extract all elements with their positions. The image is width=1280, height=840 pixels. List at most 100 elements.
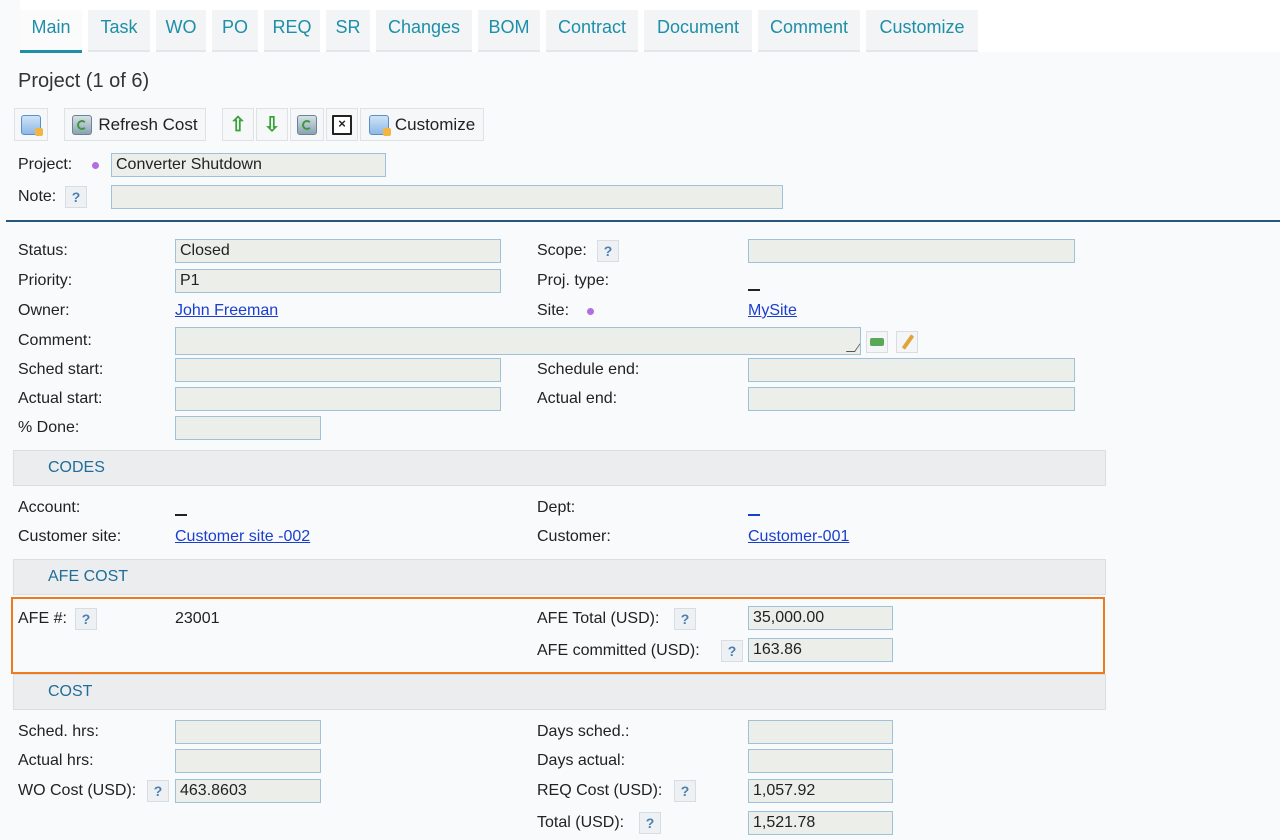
section-cost-header[interactable]: COST <box>13 674 1106 710</box>
days-actual-field[interactable] <box>748 749 893 773</box>
tab-comment[interactable]: Comment <box>758 10 860 52</box>
wo-cost-field[interactable]: 463.8603 <box>175 779 321 803</box>
wo-cost-label: WO Cost (USD): <box>18 782 137 799</box>
customize-doc-icon <box>368 114 391 136</box>
afe-number-help-icon[interactable]: ? <box>75 608 97 630</box>
account-label: Account: <box>18 499 81 516</box>
actual-hrs-field[interactable] <box>175 749 321 773</box>
sched-hrs-field[interactable] <box>175 720 321 744</box>
required-dot-icon <box>92 162 99 169</box>
comment-go-button[interactable] <box>866 331 888 353</box>
afe-number-value: 23001 <box>175 610 220 627</box>
afe-committed-field[interactable]: 163.86 <box>748 638 893 662</box>
req-cost-label: REQ Cost (USD): <box>537 782 663 799</box>
note-label: Note: <box>18 188 57 205</box>
actual-start-label: Actual start: <box>18 390 103 407</box>
site-link[interactable]: MySite <box>748 302 797 320</box>
comment-field[interactable] <box>175 327 861 355</box>
customer-link[interactable]: Customer-001 <box>748 528 849 546</box>
afe-highlight-box <box>11 597 1105 674</box>
comment-label: Comment: <box>18 332 92 349</box>
proj-type-label: Proj. type: <box>537 272 610 289</box>
section-codes-header[interactable]: CODES <box>13 450 1106 486</box>
customize-button[interactable]: Customize <box>360 108 484 141</box>
customize-label: Customize <box>394 114 476 134</box>
dept-link[interactable] <box>748 514 760 516</box>
edit-doc-icon <box>21 114 43 136</box>
afe-number-label: AFE #: <box>18 610 67 627</box>
proj-type-empty <box>748 289 760 291</box>
scope-help-icon[interactable]: ? <box>597 240 619 262</box>
customer-site-label: Customer site: <box>18 528 122 545</box>
refresh-icon <box>72 114 93 135</box>
site-required-dot-icon <box>587 308 594 315</box>
actual-end-field[interactable] <box>748 387 1075 411</box>
afe-total-field[interactable]: 35,000.00 <box>748 606 893 630</box>
tab-req[interactable]: REQ <box>264 10 320 52</box>
sched-start-field[interactable] <box>175 358 501 382</box>
afe-total-help-icon[interactable]: ? <box>674 608 696 630</box>
owner-link[interactable]: John Freeman <box>175 302 278 320</box>
tab-sr[interactable]: SR <box>326 10 370 52</box>
edit-button[interactable] <box>14 108 48 141</box>
req-cost-help-icon[interactable]: ? <box>674 780 696 802</box>
afe-committed-help-icon[interactable]: ? <box>721 640 743 662</box>
status-label: Status: <box>18 242 68 259</box>
tab-customize[interactable]: Customize <box>866 10 978 52</box>
note-help-icon[interactable]: ? <box>65 186 87 208</box>
close-button[interactable]: × <box>326 108 358 141</box>
total-label: Total (USD): <box>537 814 625 831</box>
schedule-end-field[interactable] <box>748 358 1075 382</box>
req-cost-field[interactable]: 1,057.92 <box>748 779 893 803</box>
close-icon: × <box>332 114 352 135</box>
project-label: Project: <box>18 156 73 173</box>
section-afe-cost-header[interactable]: AFE COST <box>13 559 1106 595</box>
afe-committed-label: AFE committed (USD): <box>537 642 700 659</box>
sched-hrs-label: Sched. hrs: <box>18 723 99 740</box>
comment-edit-pencil-icon[interactable] <box>896 331 918 353</box>
resize-handle-icon[interactable] <box>845 343 860 352</box>
scope-label: Scope: <box>537 242 587 259</box>
tab-po[interactable]: PO <box>212 10 258 52</box>
days-actual-label: Days actual: <box>537 752 626 769</box>
percent-done-field[interactable] <box>175 416 321 440</box>
total-help-icon[interactable]: ? <box>639 812 661 834</box>
arrow-down-icon: ⇩ <box>263 113 281 136</box>
status-field[interactable]: Closed <box>175 239 501 263</box>
project-field[interactable]: Converter Shutdown <box>111 153 386 177</box>
tab-contract[interactable]: Contract <box>546 10 638 52</box>
days-sched-label: Days sched.: <box>537 723 630 740</box>
customer-site-link[interactable]: Customer site -002 <box>175 528 310 546</box>
sched-start-label: Sched start: <box>18 361 104 378</box>
tab-task[interactable]: Task <box>88 10 150 52</box>
dept-label: Dept: <box>537 499 576 516</box>
move-up-button[interactable]: ⇧ <box>222 108 254 141</box>
header-divider <box>6 220 1280 222</box>
tab-bom[interactable]: BOM <box>478 10 540 52</box>
site-label: Site: <box>537 302 570 319</box>
move-down-button[interactable]: ⇩ <box>256 108 288 141</box>
tab-main[interactable]: Main <box>20 10 82 53</box>
tab-document[interactable]: Document <box>644 10 752 52</box>
priority-field[interactable]: P1 <box>175 269 501 293</box>
afe-total-label: AFE Total (USD): <box>537 610 660 627</box>
recalculate-icon <box>297 114 317 135</box>
percent-done-label: % Done: <box>18 419 80 436</box>
days-sched-field[interactable] <box>748 720 893 744</box>
priority-label: Priority: <box>18 272 73 289</box>
actual-end-label: Actual end: <box>537 390 618 407</box>
recalculate-button[interactable] <box>290 108 324 141</box>
customer-label: Customer: <box>537 528 611 545</box>
tab-wo[interactable]: WO <box>156 10 206 52</box>
refresh-cost-label: Refresh Cost <box>98 114 198 134</box>
actual-start-field[interactable] <box>175 387 501 411</box>
page-title: Project (1 of 6) <box>18 70 150 92</box>
account-empty <box>175 514 187 516</box>
scope-field[interactable] <box>748 239 1075 263</box>
refresh-cost-button[interactable]: Refresh Cost <box>64 108 206 141</box>
actual-hrs-label: Actual hrs: <box>18 752 94 769</box>
note-field[interactable] <box>111 185 783 209</box>
wo-cost-help-icon[interactable]: ? <box>147 780 169 802</box>
total-field[interactable]: 1,521.78 <box>748 811 893 835</box>
tab-changes[interactable]: Changes <box>376 10 472 52</box>
